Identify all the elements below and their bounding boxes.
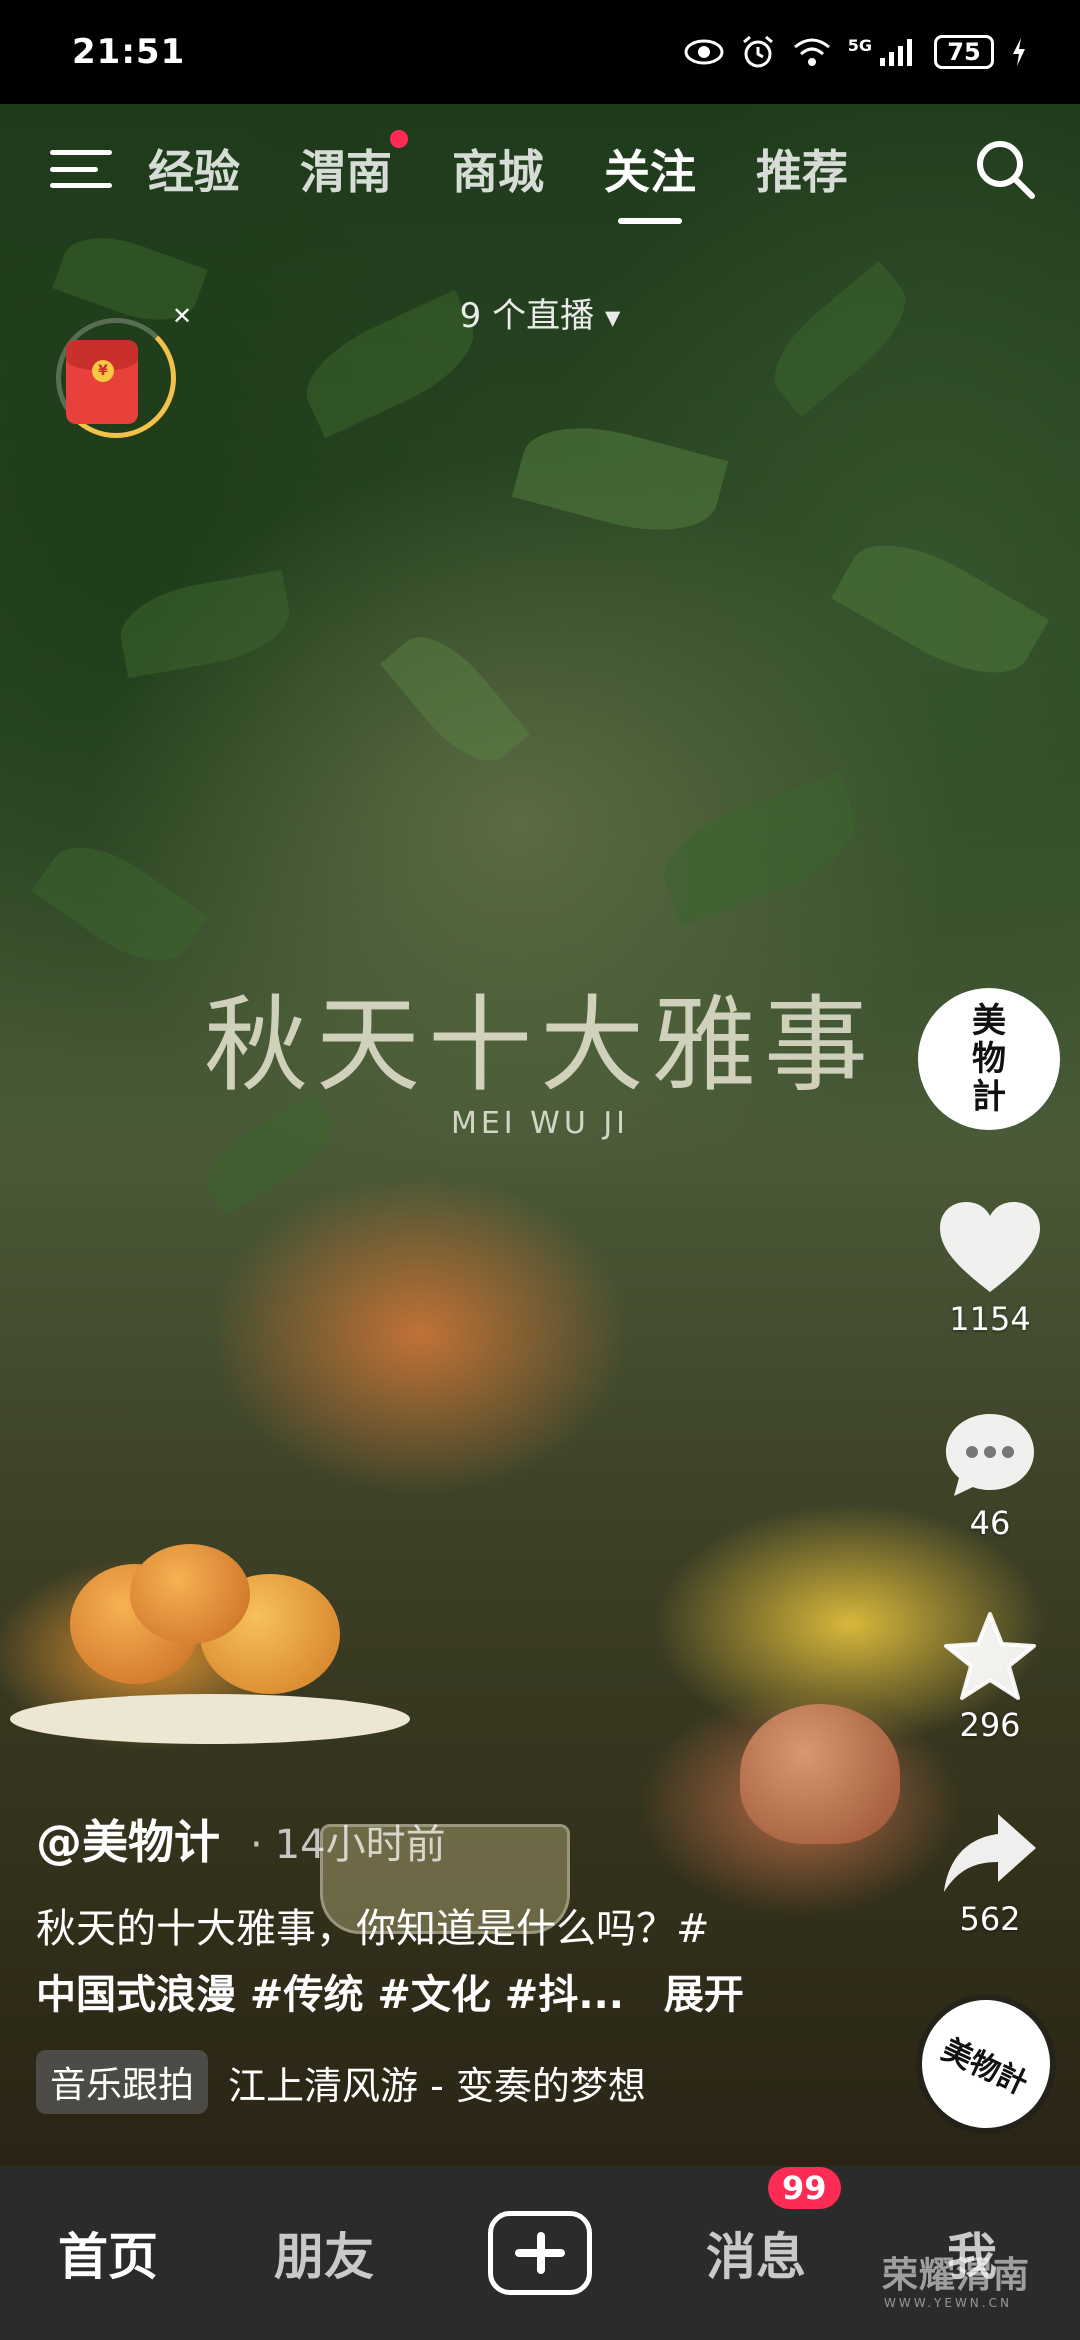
music-title[interactable]: 江上清风游 - 变奏的梦想 (228, 2055, 646, 2110)
status-time: 21:51 (72, 32, 186, 72)
description-line-2[interactable]: 中国式浪漫 #传统 #文化 #抖... (36, 1972, 624, 2018)
close-icon[interactable]: ✕ (172, 302, 192, 330)
like-count: 1154 (949, 1300, 1031, 1338)
tab-following[interactable]: 关注 (604, 136, 696, 224)
video-title-overlay: 秋天十大雅事 (203, 984, 876, 1106)
battery-indicator: 75 (934, 35, 994, 69)
menu-icon[interactable] (50, 144, 112, 194)
alarm-icon (742, 35, 773, 68)
favorite-button[interactable]: 296 (910, 1610, 1070, 1744)
red-envelope-icon: ¥ (66, 340, 138, 424)
comment-button[interactable]: 46 (910, 1410, 1070, 1542)
video-description: 秋天的十大雅事，你知道是什么吗？# 中国式浪漫 #传统 #文化 #抖... 展开 (36, 1896, 866, 2028)
watermark-url: WWW.YEWN.CN (884, 2296, 1012, 2310)
persimmon-fruit (130, 1544, 250, 1644)
video-subtitle-overlay: MEI WU JI (450, 1106, 630, 1141)
fruit-plate (10, 1694, 410, 1744)
tab-recommend[interactable]: 推荐 (756, 136, 848, 202)
search-icon[interactable] (970, 134, 1040, 204)
red-envelope-widget[interactable]: ¥ (56, 318, 176, 438)
nav-create[interactable] (432, 2211, 648, 2295)
description-line-1: 秋天的十大雅事，你知道是什么吗？# (36, 1906, 710, 1952)
signal-icon (880, 39, 912, 66)
tab-mall[interactable]: 商城 (452, 136, 544, 202)
watermark-logo: 荣耀渭南 (882, 2255, 1031, 2296)
notification-dot (390, 130, 408, 148)
share-icon (944, 1814, 1036, 1892)
charging-icon (1013, 38, 1025, 66)
dropdown-caret-icon: ▼ (604, 305, 621, 330)
star-icon (944, 1612, 1036, 1700)
post-time: 14小时前 (250, 1812, 446, 1870)
nav-home[interactable]: 首页 (0, 2217, 216, 2289)
expand-button[interactable]: 展开 (664, 1972, 744, 2018)
share-button[interactable]: 562 (910, 1810, 1070, 1938)
favorite-count: 296 (959, 1706, 1021, 1744)
tab-experience[interactable]: 经验 (148, 136, 240, 202)
author-name-link[interactable]: @美物计 (36, 1806, 220, 1872)
heart-icon (940, 1202, 1040, 1292)
top-nav: 经验 渭南 商城 关注 推荐 (0, 104, 1080, 234)
message-badge: 99 (768, 2167, 841, 2209)
like-button[interactable]: 1154 (910, 1200, 1070, 1338)
eye-icon (684, 39, 724, 65)
share-count: 562 (959, 1900, 1021, 1938)
plus-icon (488, 2211, 592, 2295)
status-icons: 5G 75 (684, 34, 1028, 70)
comment-icon (946, 1414, 1034, 1496)
video-caption: @美物计 14小时前 秋天的十大雅事，你知道是什么吗？# 中国式浪漫 #传统 #… (36, 1806, 866, 2114)
top-tabs: 经验 渭南 商城 关注 推荐 (148, 130, 970, 224)
status-bar: 21:51 5G 75 (0, 0, 1080, 104)
nav-messages[interactable]: 消息 99 (648, 2167, 864, 2289)
tab-weinan[interactable]: 渭南 (300, 130, 408, 202)
network-type: 5G (847, 35, 872, 55)
music-follow-badge[interactable]: 音乐跟拍 (36, 2050, 209, 2114)
wifi-icon (793, 38, 830, 66)
nav-friends[interactable]: 朋友 (216, 2217, 432, 2289)
comment-count: 46 (969, 1504, 1011, 1542)
